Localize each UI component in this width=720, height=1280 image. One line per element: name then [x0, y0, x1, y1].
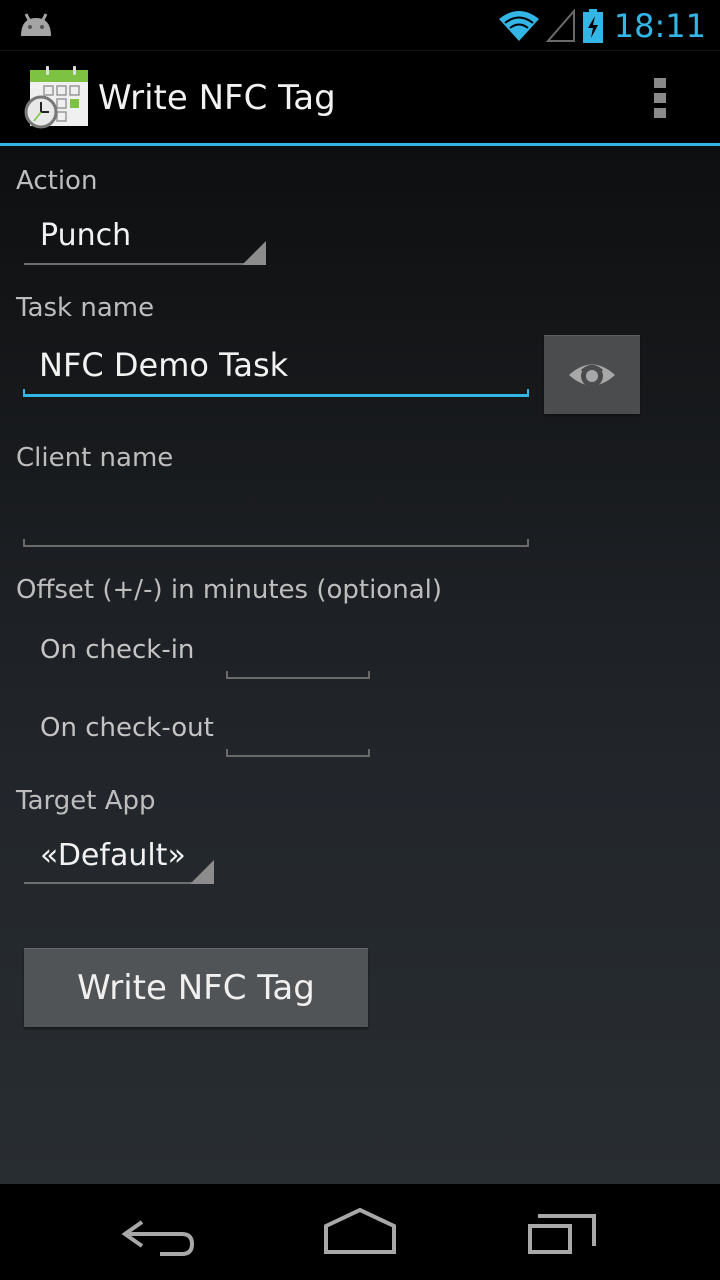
task-name-label: Task name — [16, 293, 155, 323]
client-name-label: Client name — [16, 443, 174, 473]
check-in-offset-input[interactable] — [226, 640, 370, 679]
overflow-menu-icon[interactable] — [654, 78, 668, 120]
task-name-value: NFC Demo Task — [39, 346, 289, 384]
navigation-bar — [0, 1184, 720, 1280]
android-icon — [21, 13, 51, 36]
recent-apps-icon[interactable] — [510, 1204, 610, 1260]
home-icon[interactable] — [310, 1204, 410, 1260]
dropdown-indicator-icon — [242, 241, 266, 265]
back-icon[interactable] — [110, 1204, 210, 1260]
target-app-value: «Default» — [40, 838, 186, 873]
calendar-clock-icon — [24, 66, 88, 129]
target-app-label: Target App — [16, 786, 156, 816]
offset-label: Offset (+/-) in minutes (optional) — [16, 575, 442, 605]
status-bar: 18:11 — [0, 0, 720, 50]
write-nfc-tag-button[interactable]: Write NFC Tag — [24, 948, 368, 1027]
client-name-input[interactable] — [23, 500, 529, 547]
page-title: Write NFC Tag — [98, 78, 336, 118]
wifi-icon — [498, 11, 539, 41]
task-picker-button[interactable] — [544, 335, 640, 414]
battery-charging-icon — [582, 9, 603, 43]
action-label: Action — [16, 166, 98, 196]
action-spinner[interactable]: Punch — [24, 218, 266, 265]
cell-signal-icon — [545, 9, 575, 42]
action-value: Punch — [40, 218, 132, 253]
check-in-label: On check-in — [40, 635, 195, 665]
dropdown-indicator-icon — [190, 860, 214, 884]
target-app-spinner[interactable]: «Default» — [24, 838, 214, 884]
task-name-input[interactable]: NFC Demo Task — [23, 340, 529, 397]
check-out-label: On check-out — [40, 713, 214, 743]
clock: 18:11 — [613, 7, 706, 45]
eye-icon — [569, 364, 615, 387]
check-out-offset-input[interactable] — [226, 718, 370, 757]
